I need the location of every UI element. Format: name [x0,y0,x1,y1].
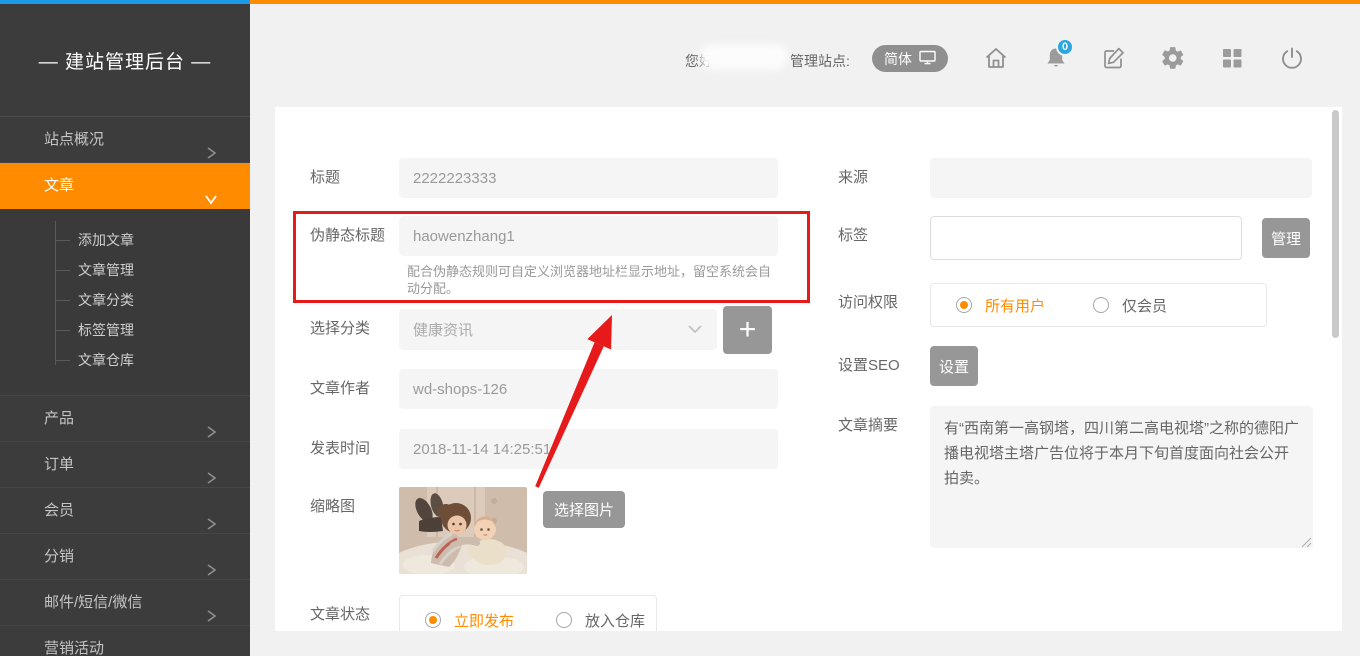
slug-label: 伪静态标题 [310,216,385,256]
redacted-username [700,44,788,70]
chevron-right-icon [204,504,218,518]
sidebar-item-distribution[interactable]: 分销 [0,534,250,580]
articles-submenu: 添加文章 文章管理 文章分类 标签管理 文章仓库 [0,209,250,396]
chevron-right-icon [204,550,218,564]
sidebar-item-label: 文章 [44,177,74,194]
sidebar-item-products[interactable]: 产品 [0,396,250,442]
power-logout-icon[interactable] [1279,45,1305,71]
apps-grid-icon[interactable] [1219,45,1245,71]
summary-textarea[interactable]: 有“西南第一高钢塔，四川第二高电视塔”之称的德阳广播电视塔主塔广告位将于本月下旬… [930,406,1313,548]
top-header: 您好 管理站点: 简体 0 [250,4,1360,107]
add-category-button[interactable]: + [723,306,772,354]
home-icon[interactable] [983,45,1009,71]
seo-settings-button[interactable]: 设置 [930,346,978,386]
seo-label: 设置SEO [838,346,900,386]
slug-input[interactable] [399,216,778,256]
sidebar-item-mail-sms-wechat[interactable]: 邮件/短信/微信 [0,580,250,626]
status-label: 文章状态 [310,595,370,631]
radio-dot [556,612,572,628]
access-label: 访问权限 [838,283,898,323]
select-image-button[interactable]: 选择图片 [543,491,625,528]
title-label: 标题 [310,158,340,198]
radio-dot [1093,297,1109,313]
chevron-right-icon [204,642,218,656]
chevron-right-icon [204,412,218,426]
radio-dot [425,612,441,628]
manage-tags-button[interactable]: 管理 [1262,218,1310,258]
thumbnail-image [399,487,527,574]
submenu-item-article-warehouse[interactable]: 文章仓库 [0,345,250,375]
settings-gear-icon[interactable] [1160,45,1186,71]
submenu-item-article-manage[interactable]: 文章管理 [0,255,250,285]
submenu-item-add-article[interactable]: 添加文章 [0,225,250,255]
sidebar-item-label: 站点概况 [44,131,104,148]
publish-time-input[interactable] [399,429,778,469]
site-language-pill[interactable]: 简体 [872,45,948,72]
status-radio-group: 立即发布 放入仓库 [399,595,657,631]
thumbnail-label: 缩略图 [310,487,355,527]
access-radio-group: 所有用户 仅会员 [930,283,1267,327]
radio-members-only[interactable]: 仅会员 [1093,295,1167,316]
sidebar-item-marketing[interactable]: 营销活动 [0,626,250,656]
sidebar-nav: 站点概况 文章 添加文章 文章管理 文章分类 标签管理 文章仓库 产品 订单 [0,117,250,656]
notifications-bell-icon[interactable]: 0 [1043,45,1069,71]
notification-badge: 0 [1056,38,1074,56]
app-logo: — 建站管理后台 — [0,4,250,117]
tags-label: 标签 [838,216,868,256]
sidebar-item-orders[interactable]: 订单 [0,442,250,488]
tags-input[interactable] [930,216,1242,260]
source-input[interactable] [930,158,1312,198]
radio-dot [956,297,972,313]
manage-site-label: 管理站点: [790,51,850,71]
submenu-item-tag-manage[interactable]: 标签管理 [0,315,250,345]
chevron-right-icon [204,458,218,472]
category-label: 选择分类 [310,309,370,349]
publish-time-label: 发表时间 [310,429,370,469]
author-input[interactable] [399,369,778,409]
submenu-item-article-category[interactable]: 文章分类 [0,285,250,315]
monitor-icon [919,50,936,68]
radio-to-warehouse[interactable]: 放入仓库 [556,610,645,631]
radio-all-users[interactable]: 所有用户 [956,295,1045,316]
author-label: 文章作者 [310,369,370,409]
sidebar-item-articles[interactable]: 文章 [0,163,250,209]
chevron-right-icon [204,133,218,147]
summary-label: 文章摘要 [838,406,898,446]
slug-hint: 配合伪静态规则可自定义浏览器地址栏显示地址，留空系统会自动分配。 [407,263,779,297]
chevron-right-icon [204,596,218,610]
chevron-down-icon [204,179,218,193]
article-edit-panel: 标题 伪静态标题 配合伪静态规则可自定义浏览器地址栏显示地址，留空系统会自动分配… [275,107,1342,631]
sidebar-item-site-overview[interactable]: 站点概况 [0,117,250,163]
radio-publish-now[interactable]: 立即发布 [425,610,514,631]
chevron-down-icon [687,321,703,338]
source-label: 来源 [838,158,868,198]
title-input[interactable] [399,158,778,198]
panel-scrollbar[interactable] [1332,110,1339,338]
sidebar-item-members[interactable]: 会员 [0,488,250,534]
edit-icon[interactable] [1101,45,1127,71]
category-select[interactable]: 健康资讯 [399,309,717,350]
sidebar: — 建站管理后台 — 站点概况 文章 添加文章 文章管理 文章分类 标签管理 文… [0,4,250,656]
